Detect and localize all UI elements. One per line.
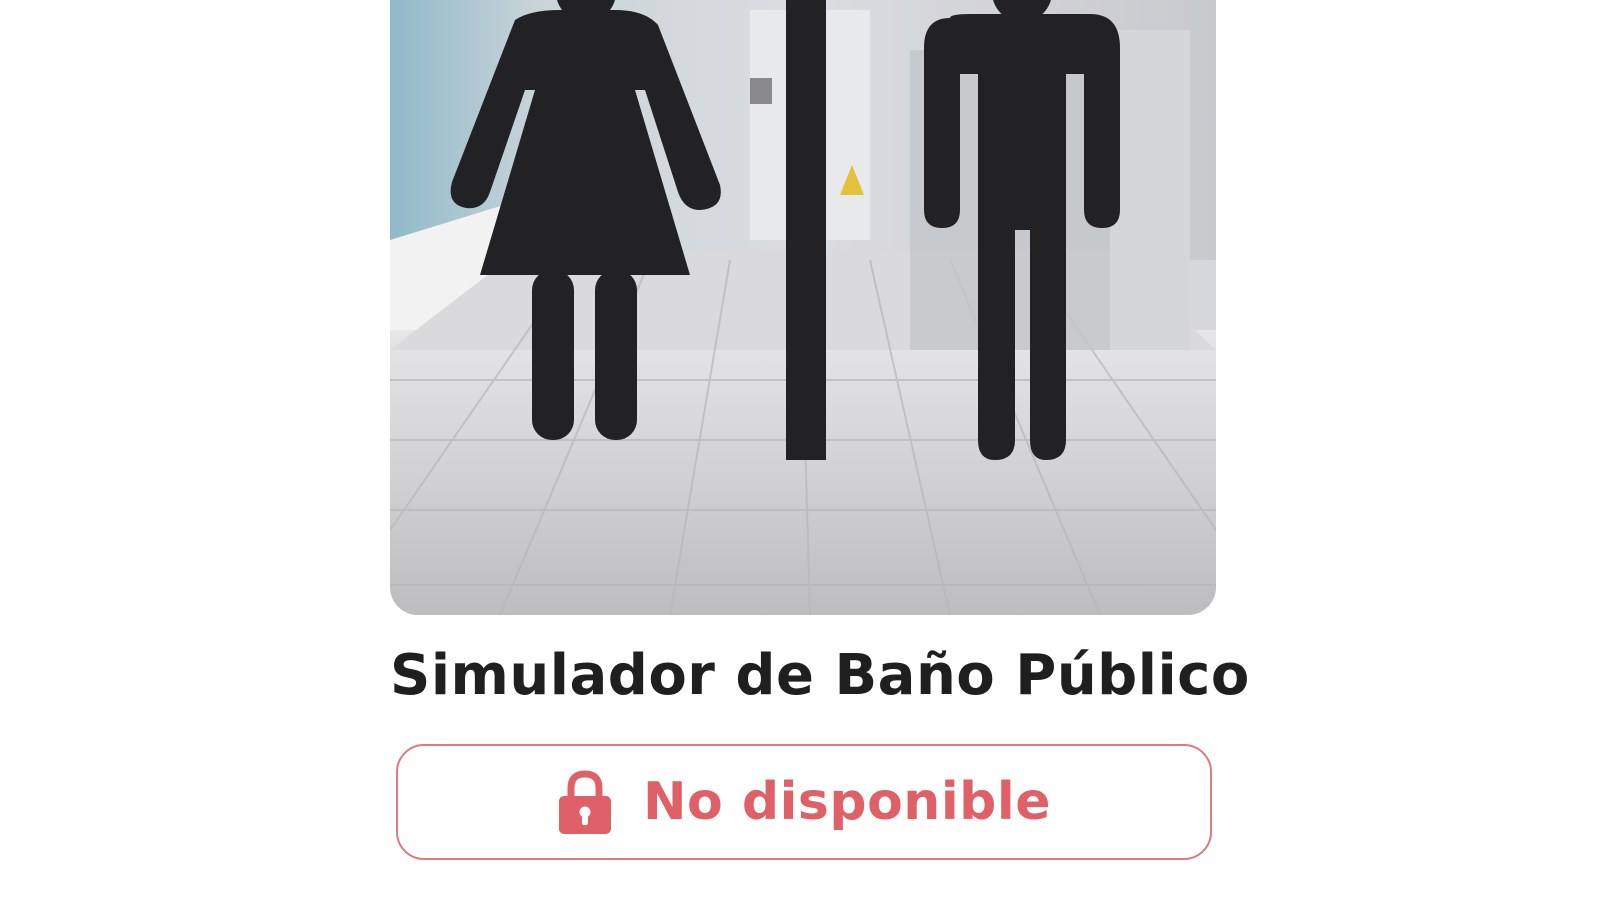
game-details-view: Simulador de Baño Público No disponible (0, 0, 1600, 900)
status-label: No disponible (643, 772, 1051, 832)
restroom-scene-image (390, 0, 1216, 615)
unavailable-button[interactable]: No disponible (396, 744, 1212, 860)
lock-icon (559, 770, 612, 834)
game-thumbnail[interactable] (390, 0, 1216, 615)
game-title: Simulador de Baño Público (390, 643, 1250, 708)
